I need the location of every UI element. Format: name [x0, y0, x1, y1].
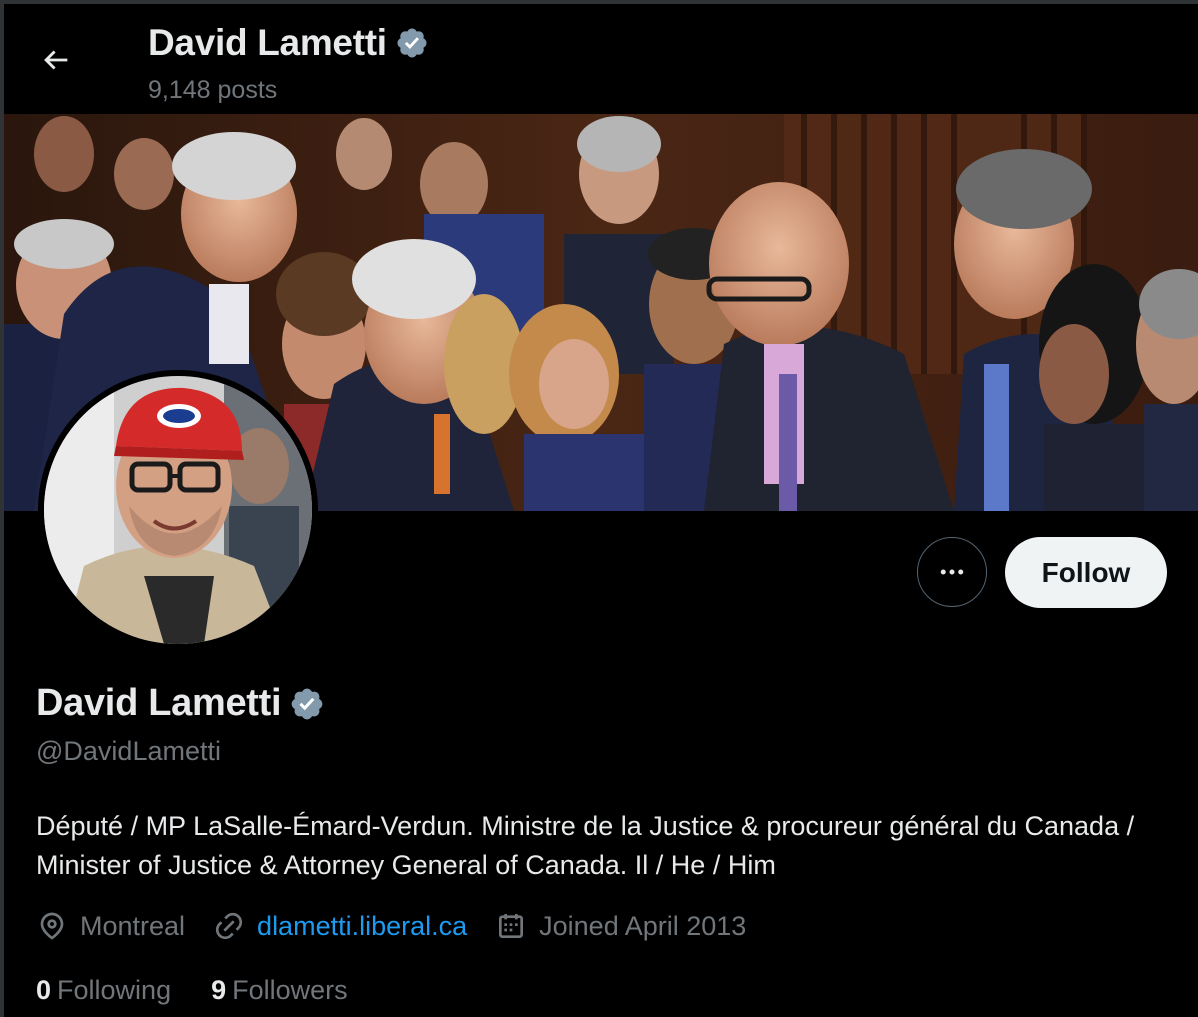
joined-text: Joined April 2013 — [539, 910, 747, 941]
profile-avatar[interactable] — [38, 370, 318, 650]
followers-count: 9 — [211, 975, 227, 1005]
profile-name-row: David Lametti — [36, 682, 325, 725]
profile-display-name: David Lametti — [36, 682, 282, 724]
back-button[interactable] — [32, 36, 80, 84]
website-link[interactable]: dlametti.liberal.ca — [257, 911, 467, 942]
more-options-button[interactable] — [917, 537, 987, 607]
profile-handle: @DavidLametti — [36, 736, 221, 766]
following-label: Following — [57, 975, 172, 1005]
website-item[interactable]: dlametti.liberal.ca — [213, 910, 467, 942]
follow-stats: 0 Following 9 Followers — [36, 975, 388, 1006]
followers-label: Followers — [232, 975, 348, 1005]
more-horizontal-icon — [940, 569, 964, 575]
header-title: David Lametti — [148, 22, 387, 63]
header-title-row: David Lametti — [148, 22, 429, 64]
follow-button[interactable]: Follow — [1005, 537, 1167, 608]
location-pin-icon — [40, 912, 64, 940]
profile-bio: Député / MP LaSalle-Émard-Verdun. Minist… — [36, 811, 1135, 880]
profile-header-bar: David Lametti 9,148 posts — [4, 4, 1198, 114]
verified-badge-icon[interactable] — [289, 686, 325, 722]
avatar-photo — [44, 376, 312, 644]
location-item: Montreal — [36, 910, 185, 942]
following-count: 0 — [36, 975, 52, 1005]
arrow-left-icon — [44, 50, 68, 70]
link-icon — [215, 912, 243, 940]
followers-link[interactable]: 9 Followers — [211, 975, 348, 1006]
following-link[interactable]: 0 Following — [36, 975, 171, 1006]
verified-badge-icon[interactable] — [395, 26, 429, 60]
location-text: Montreal — [80, 910, 186, 941]
calendar-icon — [499, 914, 524, 938]
profile-meta-row: Montreal dlametti.liberal.ca Joined Apri… — [36, 910, 774, 942]
joined-item: Joined April 2013 — [495, 910, 746, 942]
posts-count: 9,148 posts — [148, 76, 278, 104]
